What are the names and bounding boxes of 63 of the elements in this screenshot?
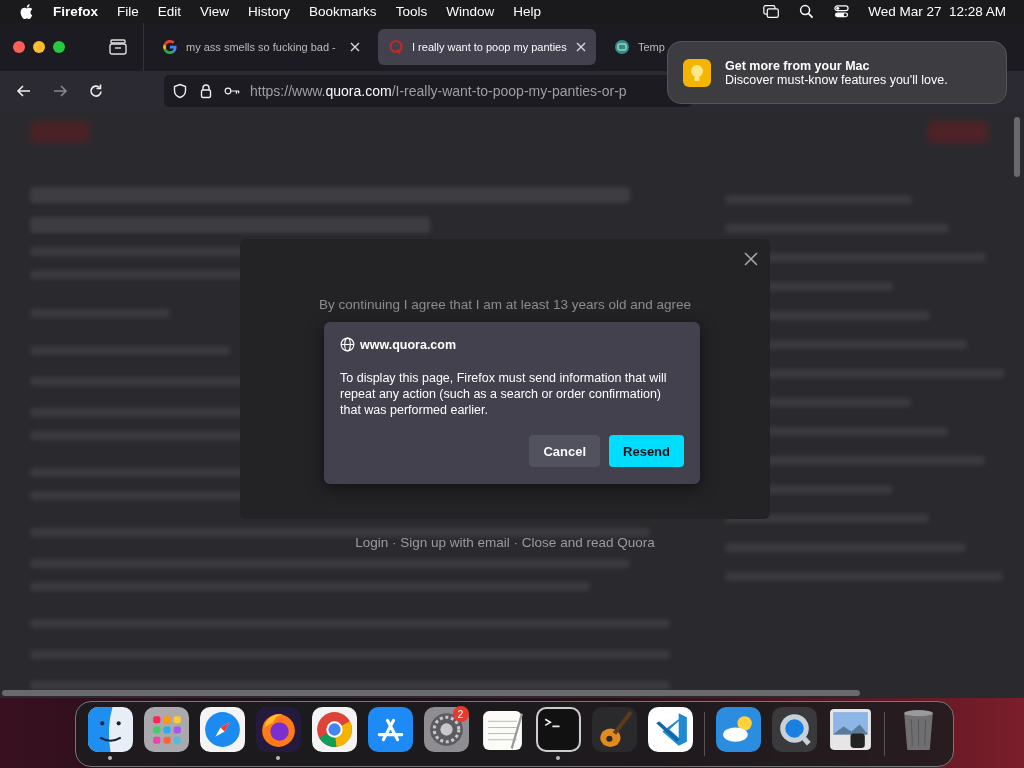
flame-globe-icon[interactable] xyxy=(255,707,301,752)
app-menu[interactable]: Firefox xyxy=(53,4,98,19)
zoom-button[interactable] xyxy=(53,41,65,53)
search-icon[interactable] xyxy=(798,4,816,19)
cancel-button[interactable]: Cancel xyxy=(529,435,601,467)
lightbulb-icon xyxy=(683,58,711,87)
consent-text: By continuing I agree that I am at least 13 years old and agree xyxy=(317,297,693,312)
a-glyph-icon[interactable] xyxy=(367,707,413,752)
dialog-site: www.quora.com xyxy=(360,337,457,352)
browser-tab[interactable]: my ass smells so fucking bad - xyxy=(152,29,370,65)
close-icon[interactable] xyxy=(744,252,758,266)
resend-button[interactable]: Resend xyxy=(609,435,684,467)
ribbon-icon[interactable] xyxy=(647,707,693,752)
control-center-icon[interactable] xyxy=(833,4,851,19)
dock-item[interactable]: 2 xyxy=(423,705,469,762)
globe-icon xyxy=(340,337,355,352)
tab-list-icon[interactable] xyxy=(109,39,127,55)
menu-item[interactable]: History xyxy=(248,4,291,19)
dock-item[interactable] xyxy=(87,705,133,762)
dock-item[interactable] xyxy=(255,705,301,762)
menu-item[interactable]: File xyxy=(117,4,139,19)
browser-tab[interactable]: I really want to poop my panties xyxy=(378,29,596,65)
menu-item[interactable]: Edit xyxy=(157,4,182,19)
menu-item[interactable]: Window xyxy=(446,4,495,19)
envelope-circle-icon xyxy=(614,39,630,55)
forward-arrow-icon[interactable] xyxy=(52,83,68,99)
lock-icon[interactable] xyxy=(198,83,214,99)
reload-icon[interactable] xyxy=(88,83,104,99)
dock-item[interactable] xyxy=(535,705,581,762)
horizontal-scrollbar-thumb[interactable] xyxy=(2,690,860,696)
shield-icon[interactable] xyxy=(172,83,188,99)
screen-mirroring-icon[interactable] xyxy=(763,4,781,19)
gear-icon[interactable] xyxy=(423,707,469,752)
blurred-logo xyxy=(30,121,90,143)
ring-icon[interactable] xyxy=(311,707,357,752)
guitar-icon[interactable] xyxy=(591,707,637,752)
browser-tab[interactable]: Temp xyxy=(604,29,665,65)
back-arrow-icon[interactable] xyxy=(16,83,32,99)
minimize-button[interactable] xyxy=(33,41,45,53)
terminal-icon[interactable] xyxy=(535,707,581,752)
login-links[interactable]: Login · Sign up with email · Close and read Quora xyxy=(240,535,770,550)
menu-item[interactable]: Tools xyxy=(395,4,428,19)
clock[interactable]: Wed Mar 27 12:28 AM xyxy=(868,4,1006,19)
lens-icon[interactable] xyxy=(771,707,817,752)
url-text: https://www.quora.com/I-really-want-to-poop-my-panties-or-p xyxy=(250,83,627,99)
notification-body: Discover must-know features you'll love. xyxy=(725,72,948,87)
menu-item[interactable]: View xyxy=(200,4,230,19)
google-g-icon xyxy=(162,39,178,55)
compass-icon[interactable] xyxy=(199,707,245,752)
q-ring-icon xyxy=(388,39,404,55)
notification-toast[interactable]: Get more from your Mac Discover must-know features you'll love. xyxy=(667,41,1007,104)
face-icon[interactable] xyxy=(87,707,133,752)
app-grid-icon[interactable] xyxy=(143,707,189,752)
notification-title: Get more from your Mac xyxy=(725,58,871,73)
vertical-scrollbar-thumb[interactable] xyxy=(1014,117,1020,177)
photo-icon[interactable] xyxy=(827,707,873,752)
cloud-sun-icon[interactable] xyxy=(715,707,761,752)
menu-item[interactable]: Bookmarks xyxy=(309,4,377,19)
close-window-button[interactable] xyxy=(13,41,25,53)
address-bar[interactable]: https://www.quora.com/I-really-want-to-poop-my-panties-or-p xyxy=(164,75,692,107)
dialog-message: To display this page, Firefox must send information that will repeat any action (such as a search or order confirmation) that was performed earlier. xyxy=(340,370,668,418)
apple-icon[interactable] xyxy=(20,4,33,19)
menu-item[interactable]: Help xyxy=(513,4,541,19)
